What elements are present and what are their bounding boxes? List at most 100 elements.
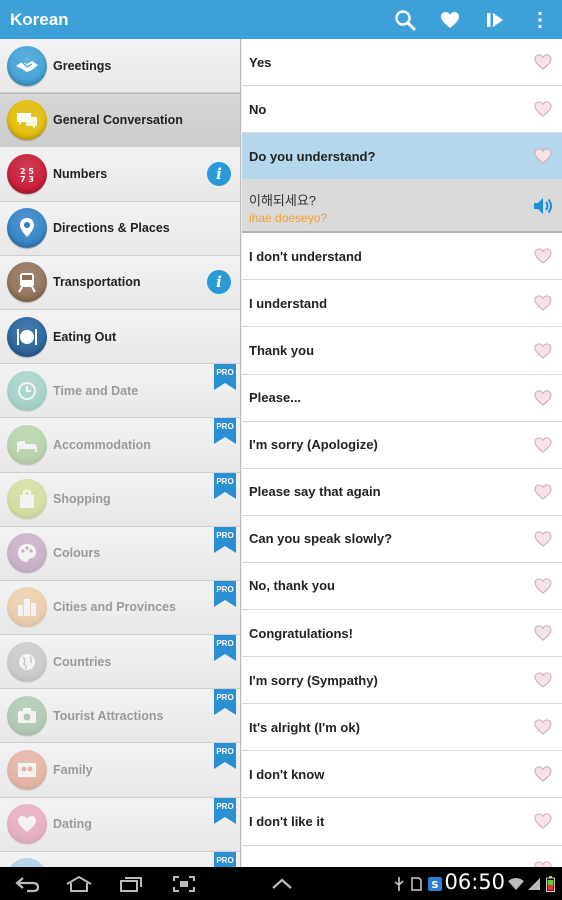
home-icon — [66, 875, 92, 892]
info-icon[interactable]: i — [207, 161, 231, 186]
phrase-row[interactable]: I don't understand — [242, 233, 562, 281]
favorite-heart-icon[interactable] — [534, 248, 552, 269]
favorite-heart-icon[interactable] — [534, 672, 552, 693]
pro-badge-label: PRO — [216, 584, 234, 594]
play-all-button[interactable] — [472, 0, 517, 39]
category-label: Countries — [53, 654, 112, 669]
signal-icon — [527, 867, 541, 900]
category-item[interactable]: General Conversation — [0, 93, 240, 148]
overflow-dots-icon — [538, 11, 541, 28]
phrase-row[interactable]: I'm sorry (Apologize) — [242, 422, 562, 469]
phrase-row[interactable]: Can you speak slowly? — [242, 516, 562, 563]
favorite-heart-icon[interactable] — [534, 54, 552, 75]
phrase-text: Please say that again — [249, 484, 381, 500]
plate-cutlery-icon — [7, 316, 47, 357]
category-item[interactable]: Shopping PRO — [0, 472, 240, 527]
pro-ribbon-icon: PRO — [214, 743, 236, 770]
pro-badge-label: PRO — [216, 693, 234, 703]
pro-ribbon-icon: PRO — [214, 851, 236, 867]
phrase-row[interactable]: I understand — [242, 280, 562, 328]
favorite-heart-icon[interactable] — [534, 578, 552, 599]
category-item[interactable]: Cities and Provinces PRO — [0, 580, 240, 636]
favorite-heart-icon[interactable] — [534, 437, 552, 458]
phrase-row[interactable]: No — [242, 86, 562, 134]
svg-text:7 3: 7 3 — [20, 175, 34, 184]
category-item[interactable]: 2 57 3 Numbers i — [0, 147, 240, 202]
recent-apps-button[interactable] — [110, 867, 154, 900]
phrase-text: Do you understand? — [249, 148, 376, 164]
phrase-row-selected[interactable]: Do you understand? — [242, 133, 562, 181]
phrase-row[interactable]: Thank you — [242, 327, 562, 375]
phrase-row[interactable]: It's alright (I'm ok) — [242, 704, 562, 752]
category-item[interactable]: Dating PRO — [0, 797, 240, 852]
hide-keyboard-button[interactable] — [262, 867, 302, 900]
shopping-bag-icon — [7, 479, 47, 520]
heart-outline-icon — [534, 813, 552, 830]
info-icon[interactable]: i — [207, 270, 231, 295]
screenshot-button[interactable] — [162, 867, 206, 900]
category-label: Dating — [53, 817, 92, 832]
category-item[interactable]: PRO — [0, 851, 240, 867]
category-item[interactable]: Eating Out — [0, 309, 240, 365]
category-item[interactable]: Directions & Places — [0, 201, 240, 256]
phrase-translation-panel[interactable]: 이해되세요? ihae doeseyo? — [242, 180, 562, 234]
phrase-row[interactable]: I'm sorry (Sympathy) — [242, 657, 562, 705]
phrase-row[interactable]: I don't know — [242, 751, 562, 799]
favorite-heart-icon[interactable] — [534, 531, 552, 552]
category-label: Greetings — [53, 58, 112, 73]
phrase-text: I don't know — [249, 766, 325, 782]
favorite-heart-icon[interactable] — [534, 148, 552, 169]
korean-translation: 이해되세요? — [249, 193, 317, 209]
app-notification-icon: S — [426, 867, 444, 900]
category-list[interactable]: Greetings General Conversation 2 57 3 Numbe… — [0, 39, 241, 867]
phrase-text: I don't like it — [249, 813, 325, 829]
favorite-heart-icon[interactable] — [534, 719, 552, 740]
favorite-heart-icon[interactable] — [534, 342, 552, 364]
phrase-row[interactable]: Congratulations! — [242, 610, 562, 658]
category-icon — [7, 858, 47, 867]
phrase-text: It's alright (I'm ok) — [249, 719, 360, 735]
play-audio-button[interactable] — [532, 196, 554, 221]
recent-apps-icon — [120, 876, 142, 892]
favorite-heart-icon[interactable] — [534, 813, 552, 834]
favorite-heart-icon[interactable] — [534, 625, 552, 646]
screenshot-icon — [173, 875, 195, 892]
phrase-row[interactable]: Yes — [242, 39, 562, 87]
category-item[interactable]: Accommodation PRO — [0, 418, 240, 473]
category-item[interactable]: Transportation i — [0, 255, 240, 310]
home-button[interactable] — [56, 867, 102, 900]
category-item[interactable]: Time and Date PRO — [0, 364, 240, 419]
heart-outline-icon — [534, 148, 552, 165]
category-item[interactable]: Colours PRO — [0, 526, 240, 581]
pro-badge-label: PRO — [216, 639, 234, 649]
favorite-heart-icon[interactable] — [534, 295, 552, 316]
phrase-row[interactable]: I don't like it — [242, 798, 562, 846]
category-item[interactable]: Countries PRO — [0, 635, 240, 690]
category-item[interactable]: Greetings — [0, 39, 240, 94]
search-button[interactable] — [382, 0, 427, 39]
category-item[interactable]: Tourist Attractions PRO — [0, 689, 240, 744]
heart-outline-icon — [534, 625, 552, 641]
favorite-heart-icon[interactable] — [534, 101, 552, 122]
heart-outline-icon — [534, 578, 552, 594]
phrase-row[interactable] — [242, 846, 562, 867]
phrase-text: No — [249, 101, 267, 117]
phrase-list[interactable]: Yes No Do you understand? 이해되세요? ihae doe… — [242, 39, 562, 867]
phrase-row[interactable]: No, thank you — [242, 563, 562, 611]
favorites-button[interactable] — [427, 0, 472, 39]
category-item[interactable]: Family PRO — [0, 743, 240, 798]
pro-badge-label: PRO — [216, 422, 234, 432]
phrase-text: I don't understand — [249, 248, 362, 264]
favorite-heart-icon[interactable] — [534, 484, 552, 505]
back-button[interactable] — [6, 867, 50, 900]
favorite-heart-icon[interactable] — [534, 389, 552, 411]
phrase-row[interactable]: Please... — [242, 375, 562, 422]
city-icon — [7, 587, 47, 628]
overflow-menu-button[interactable] — [517, 0, 562, 39]
pro-badge-label: PRO — [216, 476, 234, 486]
favorite-heart-icon[interactable] — [534, 766, 552, 787]
globe-icon — [7, 641, 47, 682]
sd-card-icon — [409, 867, 423, 900]
phrase-row[interactable]: Please say that again — [242, 469, 562, 516]
category-label: Numbers — [53, 166, 108, 181]
